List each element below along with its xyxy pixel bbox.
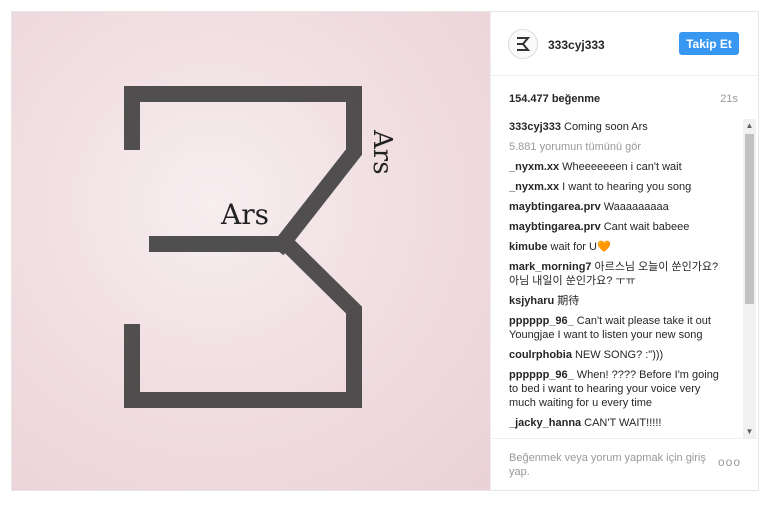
comment-user[interactable]: _nyxm.xx: [509, 161, 559, 173]
post-time[interactable]: 21s: [720, 93, 738, 105]
avatar[interactable]: [508, 29, 538, 59]
follow-button[interactable]: Takip Et: [679, 32, 739, 55]
post-sidebar: 333cyj333 Takip Et 154.477 beğenme 21s 3…: [490, 12, 759, 490]
comment-user[interactable]: ksjyharu: [509, 295, 554, 307]
comment-item: _nyxm.xx Wheeeeeeen i can't wait: [509, 160, 727, 174]
caption-user[interactable]: 333cyj333: [509, 121, 561, 133]
post-image[interactable]: Ars Ars: [12, 12, 490, 490]
comment-user[interactable]: coulrphobia: [509, 349, 572, 361]
comment-user[interactable]: kimube: [509, 241, 548, 253]
comment-user[interactable]: maybtingarea.prv: [509, 201, 601, 213]
image-text-right: Ars: [367, 129, 397, 175]
view-all-comments[interactable]: 5.881 yorumun tümünü gör: [509, 140, 727, 154]
triangle-up-icon[interactable]: ▲: [743, 119, 756, 132]
comment-text: NEW SONG? :"))): [574, 349, 664, 361]
comment-item: maybtingarea.prv Cant wait babeee: [509, 220, 727, 234]
caption-text: Coming soon Ars: [564, 121, 648, 133]
scrollbar-thumb[interactable]: [745, 134, 754, 304]
comment-text: wait for U🧡: [550, 241, 611, 253]
post-frame: Ars Ars 333cyj333 Takip Et 154.477 beğen…: [11, 11, 759, 491]
post-username[interactable]: 333cyj333: [548, 38, 605, 52]
comment-item: _jacky_hanna CAN'T WAIT!!!!!: [509, 416, 727, 430]
three-upper-right: [270, 86, 362, 256]
comment-text: CAN'T WAIT!!!!!: [584, 417, 662, 429]
login-to-comment-text[interactable]: Beğenmek veya yorum yapmak için giriş ya…: [509, 451, 714, 479]
comment-item: maybtingarea.prv Waaaaaaaaa: [509, 200, 727, 214]
comment-item: mark_morning7 아르스님 오늘이 쑨인가요? 아님 내일이 쑨인가요?…: [509, 260, 727, 288]
comments-scrollbar[interactable]: ▲ ▼: [743, 119, 756, 438]
comment-user[interactable]: maybtingarea.prv: [509, 221, 601, 233]
comment-text: Waaaaaaaaa: [603, 201, 669, 213]
triangle-down-icon[interactable]: ▼: [743, 425, 756, 438]
logo-3-icon: [517, 37, 531, 51]
comments-list: 333cyj333 Coming soon Ars 5.881 yorumun t…: [509, 120, 727, 435]
comment-user[interactable]: _nyxm.xx: [509, 181, 559, 193]
comment-user[interactable]: _jacky_hanna: [509, 417, 581, 429]
caption: 333cyj333 Coming soon Ars: [509, 120, 727, 134]
comment-item: ksjyharu 期待: [509, 294, 727, 308]
comment-text: I want to hearing you song: [562, 181, 692, 193]
comment-user[interactable]: pppppp_96_: [509, 369, 574, 381]
post-image-drawing: Ars Ars: [124, 86, 397, 408]
more-options-icon[interactable]: ooo: [718, 455, 741, 469]
comment-footer: Beğenmek veya yorum yapmak için giriş ya…: [491, 438, 759, 490]
post-header: 333cyj333 Takip Et: [491, 12, 759, 76]
comment-item: pppppp_96_ Can't wait please take it out …: [509, 314, 727, 342]
comment-item: kimube wait for U🧡: [509, 240, 727, 254]
comment-item: _nyxm.xx I want to hearing you song: [509, 180, 727, 194]
comment-item: pppppp_96_ When! ???? Before I'm going to…: [509, 368, 727, 410]
comment-user[interactable]: pppppp_96_: [509, 315, 574, 327]
image-text-left: Ars: [220, 198, 269, 231]
comment-text: Cant wait babeee: [603, 221, 690, 233]
likes-count[interactable]: 154.477 beğenme: [509, 93, 600, 105]
comment-item: coulrphobia NEW SONG? :"))): [509, 348, 727, 362]
three-lower-diag: [275, 232, 362, 408]
comment-text: 期待: [557, 295, 580, 307]
comment-text: Wheeeeeeen i can't wait: [562, 161, 682, 173]
comment-user[interactable]: mark_morning7: [509, 261, 592, 273]
